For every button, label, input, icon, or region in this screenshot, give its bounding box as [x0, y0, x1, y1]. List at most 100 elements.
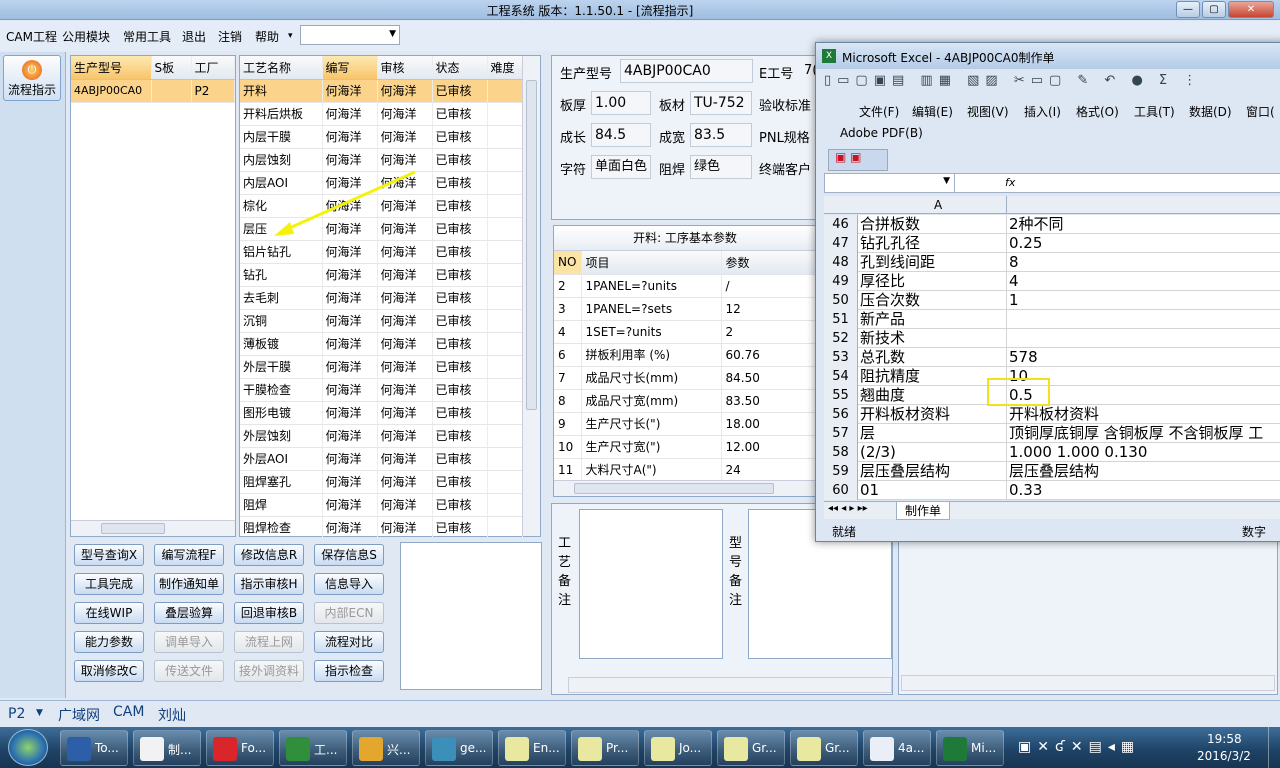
horizontal-scrollbar[interactable] — [901, 675, 1275, 691]
row-number[interactable]: 56 — [824, 405, 858, 424]
maximize-button[interactable]: ▢ — [1202, 1, 1226, 18]
action-button-16[interactable]: 流程对比 — [314, 631, 384, 653]
excel-row[interactable]: 51 新产品 — [824, 310, 1280, 329]
scroll-thumb[interactable] — [526, 80, 537, 410]
table-row[interactable]: 图形电镀 何海洋 何海洋 已审核 — [240, 401, 523, 425]
width-field[interactable]: 83.5 — [690, 123, 752, 147]
scroll-thumb[interactable] — [574, 483, 774, 494]
cell-a[interactable]: 翘曲度 — [860, 386, 905, 405]
menu-combo-box[interactable]: ▼ — [300, 25, 400, 45]
row-number[interactable]: 59 — [824, 462, 858, 481]
sheet-tab[interactable]: 制作单 — [896, 502, 951, 520]
table-row[interactable]: 去毛刺 何海洋 何海洋 已审核 — [240, 286, 523, 310]
taskbar-item[interactable]: En... — [498, 730, 566, 766]
row-number[interactable]: 51 — [824, 310, 858, 329]
excel-row[interactable]: 46 合拼板数 2种不同 — [824, 215, 1280, 234]
table-row[interactable]: 3 1PANEL=?sets 12 — [554, 297, 816, 321]
table-row[interactable]: 外层AOI 何海洋 何海洋 已审核 — [240, 447, 523, 471]
table-row[interactable]: 4 1SET=?units 2 — [554, 320, 816, 344]
menu-exit[interactable]: 退出 — [182, 28, 206, 45]
cell-b[interactable]: 0.25 — [1009, 234, 1042, 253]
vertical-scrollbar[interactable] — [522, 56, 540, 536]
cell-a[interactable]: 总孔数 — [860, 348, 905, 367]
row-number[interactable]: 57 — [824, 424, 858, 443]
menu-cam[interactable]: CAM工程 — [6, 28, 57, 45]
action-button-9[interactable]: 在线WIP — [74, 602, 144, 624]
excel-menu-window[interactable]: 窗口( — [1246, 103, 1275, 120]
row-number[interactable]: 49 — [824, 272, 858, 291]
row-number[interactable]: 60 — [824, 481, 858, 500]
action-button-3[interactable]: 修改信息R — [234, 544, 304, 566]
row-number[interactable]: 48 — [824, 253, 858, 272]
action-button-11[interactable]: 回退审核B — [234, 602, 304, 624]
row-number[interactable]: 58 — [824, 443, 858, 462]
excel-menu-data[interactable]: 数据(D) — [1189, 103, 1232, 120]
table-row[interactable]: 阻焊塞孔 何海洋 何海洋 已审核 — [240, 470, 523, 494]
table-row[interactable]: 外层蚀刻 何海洋 何海洋 已审核 — [240, 424, 523, 448]
taskbar-item[interactable]: Jo... — [644, 730, 712, 766]
cell-a[interactable]: 阻抗精度 — [860, 367, 920, 386]
row-number[interactable]: 46 — [824, 215, 858, 234]
table-row[interactable]: 外层干膜 何海洋 何海洋 已审核 — [240, 355, 523, 379]
table-row[interactable]: 11 大料尺寸A(") 24 — [554, 458, 816, 482]
table-row[interactable]: 4ABJP00CA0 P2 — [71, 79, 235, 103]
scroll-thumb[interactable] — [101, 523, 165, 534]
action-button-17[interactable]: 取消修改C — [74, 660, 144, 682]
taskbar-item[interactable]: To... — [60, 730, 128, 766]
taskbar-item[interactable]: ge... — [425, 730, 493, 766]
sheet-nav-icon[interactable]: ◂◂ ◂ ▸ ▸▸ — [828, 503, 868, 514]
cell-b[interactable]: 4 — [1009, 272, 1019, 291]
excel-row[interactable]: 59 层压叠层结构 层压叠层结构 — [824, 462, 1280, 481]
taskbar-item[interactable]: 4a... — [863, 730, 931, 766]
table-row[interactable]: 10 生产尺寸宽(") 12.00 — [554, 435, 816, 459]
excel-window[interactable]: X Microsoft Excel - 4ABJP00CA0制作单 ▯▭▢▣▤ … — [815, 42, 1280, 542]
excel-row[interactable]: 48 孔到线间距 8 — [824, 253, 1280, 272]
action-button-6[interactable]: 制作通知单 — [154, 573, 224, 595]
row-number[interactable]: 47 — [824, 234, 858, 253]
table-row[interactable]: 7 成品尺寸长(mm) 84.50 — [554, 366, 816, 390]
material-field[interactable]: TU-752 — [690, 91, 752, 115]
excel-row[interactable]: 47 钻孔孔径 0.25 — [824, 234, 1280, 253]
excel-menu-insert[interactable]: 插入(I) — [1024, 103, 1061, 120]
action-button-5[interactable]: 工具完成 — [74, 573, 144, 595]
cell-b[interactable]: 顶铜厚底铜厚 含铜板厚 不含铜板厚 工 — [1009, 424, 1263, 443]
cell-a[interactable]: 孔到线间距 — [860, 253, 935, 272]
table-row[interactable]: 2 1PANEL=?units / — [554, 274, 816, 298]
table-row[interactable]: 9 生产尺寸长(") 18.00 — [554, 412, 816, 436]
plant-select[interactable]: P2 — [8, 706, 25, 722]
cell-b[interactable]: 2种不同 — [1009, 215, 1064, 234]
col-header-reviewer[interactable]: 审核 — [377, 56, 433, 80]
cell-a[interactable]: 新产品 — [860, 310, 905, 329]
table-row[interactable]: 开料 何海洋 何海洋 已审核 — [240, 79, 523, 103]
excel-menu-tools[interactable]: 工具(T) — [1134, 103, 1175, 120]
cell-b[interactable]: 1.000 1.000 0.130 — [1009, 443, 1147, 462]
table-row[interactable]: 阻焊检查 何海洋 何海洋 已审核 — [240, 516, 523, 540]
menu-logout[interactable]: 注销 — [218, 28, 242, 45]
cell-a[interactable]: 开料板材资料 — [860, 405, 950, 424]
col-header-difficulty[interactable]: 难度 — [487, 56, 523, 80]
excel-menu-view[interactable]: 视图(V) — [967, 103, 1009, 120]
pdf-icon[interactable]: ▣ ▣ — [835, 150, 862, 164]
action-button-10[interactable]: 叠层验算 — [154, 602, 224, 624]
col-header-writer[interactable]: 编写 — [322, 56, 378, 80]
action-button-2[interactable]: 编写流程F — [154, 544, 224, 566]
menu-common-module[interactable]: 公用模块 — [62, 28, 110, 45]
toolbar-icons[interactable]: ▯▭▢▣▤ ▥▦ ▧▨ ✂▭▢ ✎ ↶ ● Σ ⋮ — [824, 73, 1202, 88]
row-number[interactable]: 54 — [824, 367, 858, 386]
show-desktop-button[interactable] — [1268, 727, 1280, 768]
excel-row[interactable]: 52 新技术 — [824, 329, 1280, 348]
cell-b[interactable]: 层压叠层结构 — [1009, 462, 1099, 481]
excel-menu-edit[interactable]: 编辑(E) — [912, 103, 953, 120]
cell-a[interactable]: (2/3) — [860, 443, 896, 462]
action-button-1[interactable]: 型号查询X — [74, 544, 144, 566]
close-button[interactable]: ✕ — [1228, 1, 1274, 18]
memo-box[interactable] — [400, 542, 542, 690]
action-button-20[interactable]: 指示检查 — [314, 660, 384, 682]
action-button-8[interactable]: 信息导入 — [314, 573, 384, 595]
col-header-factory[interactable]: 工厂 — [191, 56, 235, 80]
col-header-process[interactable]: 工艺名称 — [240, 56, 323, 80]
row-number[interactable]: 53 — [824, 348, 858, 367]
cell-b[interactable]: 578 — [1009, 348, 1038, 367]
table-row[interactable]: 薄板镀 何海洋 何海洋 已审核 — [240, 332, 523, 356]
horizontal-scrollbar[interactable] — [568, 677, 892, 693]
